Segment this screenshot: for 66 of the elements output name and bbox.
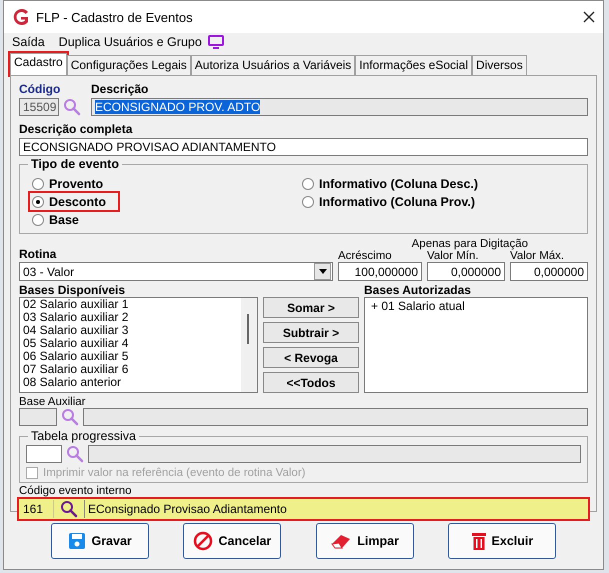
transfer-button[interactable]: Somar >: [263, 297, 359, 318]
menu-item[interactable]: Duplica Usuários e Grupo: [58, 35, 202, 49]
available-bases-list[interactable]: 02 Salario auxiliar 1 03 Salario auxiliar 2 04 Salario auxiliar 3 05 Salario auxiliar 4 06 Salario auxiliar 5 07 Salario auxiliar 6 08 Salario anterior: [19, 297, 258, 393]
field-label: Acréscimo: [338, 250, 393, 262]
field-label: Valor Máx.: [510, 250, 566, 262]
window-title: FLP - Cadastro de Eventos: [36, 10, 194, 24]
tab[interactable]: Cadastro: [10, 53, 67, 75]
field-label: Bases Disponíveis: [19, 283, 126, 297]
tab[interactable]: Diversos: [472, 55, 527, 75]
field-label: Base Auxiliar: [19, 396, 86, 408]
action-button[interactable]: Limpar: [316, 522, 414, 558]
tab[interactable]: Informações eSocial: [355, 55, 472, 75]
search-icon[interactable]: [60, 500, 78, 518]
field-value: ECONSIGNADO PROV. ADTO: [95, 100, 260, 114]
no-entry-icon: [193, 530, 214, 550]
action-button[interactable]: Excluir: [448, 522, 556, 558]
transfer-button[interactable]: Subtrair >: [263, 322, 359, 343]
action-button[interactable]: Gravar: [51, 522, 150, 558]
field-label: Rotina: [19, 247, 58, 261]
amount-field[interactable]: 0,000000: [510, 262, 588, 281]
menu-item[interactable]: Saída: [12, 35, 45, 49]
field-label: Descrição: [91, 82, 150, 96]
close-icon[interactable]: [583, 11, 595, 23]
radio-option[interactable]: Informativo (Coluna Desc.): [300, 175, 490, 192]
amount-field[interactable]: 100,000000: [338, 262, 422, 281]
group-title: Tipo de evento: [28, 157, 122, 171]
list-item[interactable]: 05 Salario auxiliar 4: [20, 337, 241, 350]
radio-option[interactable]: Desconto: [30, 193, 118, 210]
list-item[interactable]: 07 Salario auxiliar 6: [20, 363, 241, 376]
radio-option[interactable]: Base: [30, 211, 91, 228]
field-label: Descrição completa: [19, 122, 134, 136]
tab[interactable]: Configurações Legais: [66, 55, 191, 75]
code-field[interactable]: 15509: [19, 98, 59, 116]
transfer-button[interactable]: < Revoga: [263, 347, 359, 368]
trash-icon: [470, 530, 487, 550]
field-label: Código evento interno: [19, 485, 133, 497]
list-item[interactable]: + 01 Salario atual: [365, 300, 587, 313]
full-description-field[interactable]: ECONSIGNADO PROVISAO ADIANTAMENTO: [19, 138, 588, 156]
field-label: Valor Mín.: [427, 250, 480, 262]
authorized-bases-list[interactable]: + 01 Salario atual: [364, 297, 588, 393]
group-title: Tabela progressiva: [28, 429, 139, 443]
app-logo-icon: [12, 8, 30, 26]
list-item[interactable]: 04 Salario auxiliar 3: [20, 324, 241, 337]
caret-icon: [318, 269, 326, 274]
description-field[interactable]: [83, 408, 588, 426]
transfer-button[interactable]: <<Todos: [263, 372, 359, 393]
amount-field[interactable]: 0,000000: [427, 262, 505, 281]
description-field[interactable]: [88, 445, 581, 463]
list-item[interactable]: 08 Salario anterior: [20, 376, 241, 389]
field-label: Bases Autorizadas: [364, 283, 472, 297]
action-button[interactable]: Cancelar: [183, 522, 282, 558]
scrollbar[interactable]: [241, 298, 257, 392]
section-caption: Apenas para Digitação: [412, 238, 528, 250]
routine-dropdown[interactable]: 03 - Valor: [19, 262, 333, 281]
monitor-icon[interactable]: [208, 35, 224, 49]
list-item[interactable]: 03 Salario auxiliar 2: [20, 311, 241, 324]
code-field[interactable]: [26, 445, 62, 463]
tab[interactable]: Autoriza Usuários a Variáveis: [190, 55, 356, 75]
description-field[interactable]: ECONSIGNADO PROV. ADTO: [91, 98, 588, 116]
list-item[interactable]: 06 Salario auxiliar 5: [20, 350, 241, 363]
list-item[interactable]: 02 Salario auxiliar 1: [20, 298, 241, 311]
radio-option[interactable]: Informativo (Coluna Prov.): [300, 193, 488, 210]
radio-option[interactable]: Provento: [30, 175, 116, 192]
code-field[interactable]: [19, 408, 57, 426]
field-label: Código: [19, 82, 59, 96]
internal-event-field[interactable]: 161 EConsignado Provisao Adiantamento: [19, 499, 588, 519]
